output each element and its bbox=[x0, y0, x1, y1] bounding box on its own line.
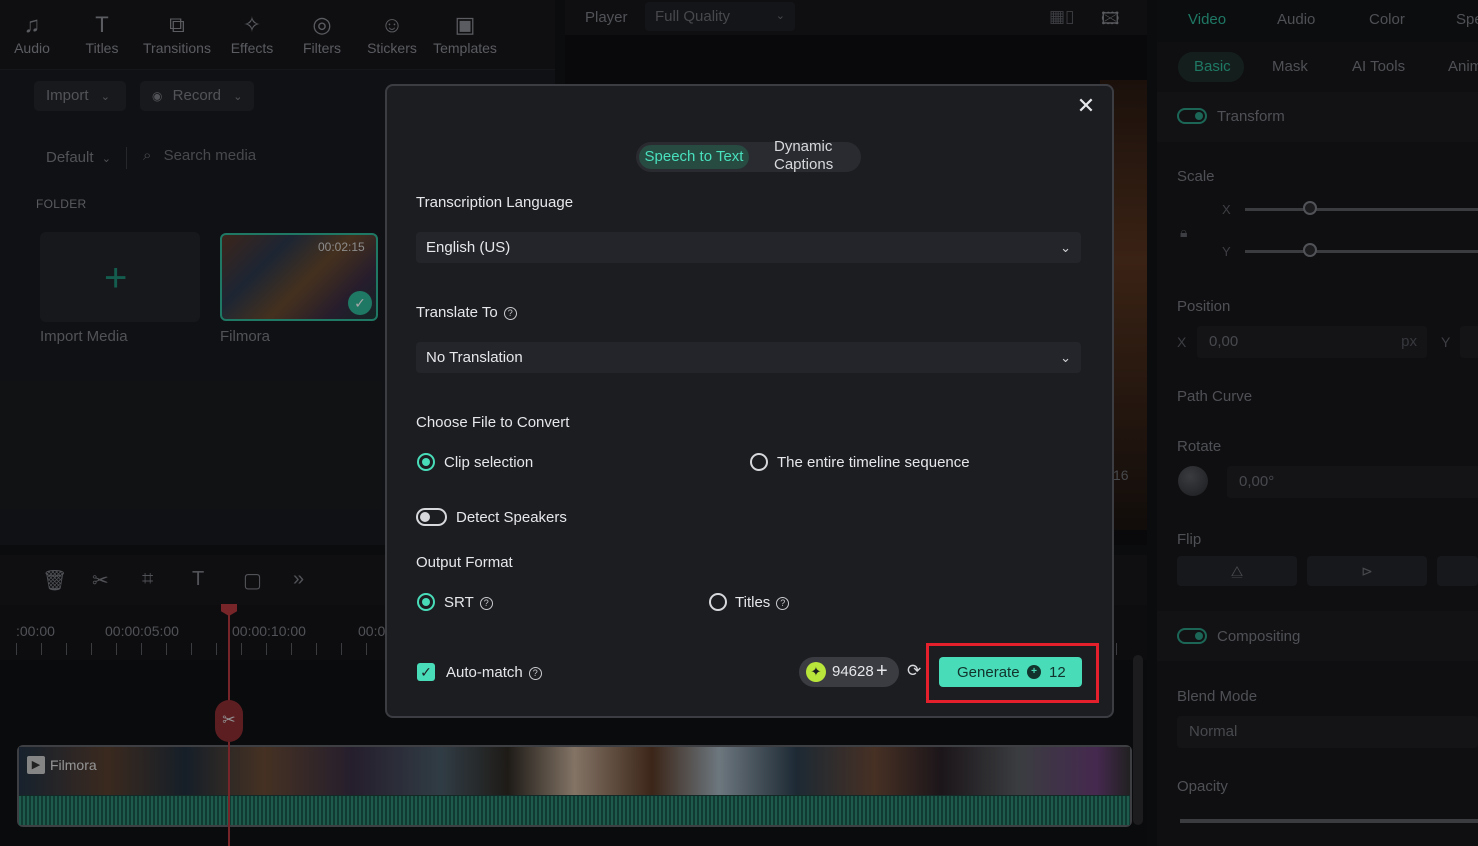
tab-dynamic-captions[interactable]: Dynamic Captions bbox=[774, 138, 854, 172]
auto-match-checkbox[interactable]: ✓ bbox=[417, 663, 435, 681]
entire-timeline-radio[interactable] bbox=[750, 453, 768, 471]
srt-radio[interactable] bbox=[417, 593, 435, 611]
tab-speech-to-text[interactable]: Speech to Text bbox=[639, 145, 749, 169]
chevron-down-icon: ⌄ bbox=[1060, 240, 1071, 255]
detect-speakers-label: Detect Speakers bbox=[456, 509, 567, 526]
chevron-down-icon: ⌄ bbox=[1060, 350, 1071, 365]
clip-selection-label[interactable]: Clip selection bbox=[444, 454, 533, 471]
entire-timeline-label[interactable]: The entire timeline sequence bbox=[777, 454, 970, 471]
help-icon[interactable]: ? bbox=[479, 597, 493, 610]
help-icon[interactable]: ? bbox=[503, 307, 517, 320]
auto-match-label: Auto-match? bbox=[446, 664, 542, 681]
help-icon[interactable]: ? bbox=[776, 597, 790, 610]
detect-speakers-toggle[interactable] bbox=[416, 508, 447, 526]
transcription-language-label: Transcription Language bbox=[416, 194, 574, 211]
add-credits-icon[interactable]: + bbox=[876, 660, 888, 682]
ai-credit-icon: ✦ bbox=[806, 662, 826, 682]
close-icon[interactable]: ✕ bbox=[1074, 94, 1098, 118]
choose-file-label: Choose File to Convert bbox=[416, 414, 570, 431]
translate-to-label: Translate To? bbox=[416, 304, 517, 321]
refresh-icon[interactable]: ⟳ bbox=[907, 661, 921, 681]
highlight-box bbox=[926, 643, 1099, 703]
transcription-language-dropdown[interactable]: English (US) ⌄ bbox=[416, 232, 1081, 263]
translate-to-dropdown[interactable]: No Translation ⌄ bbox=[416, 342, 1081, 373]
clip-selection-radio[interactable] bbox=[417, 453, 435, 471]
help-icon[interactable]: ? bbox=[528, 667, 542, 680]
srt-option[interactable]: SRT? bbox=[444, 594, 493, 611]
speech-to-text-dialog bbox=[385, 84, 1114, 718]
output-format-label: Output Format bbox=[416, 554, 513, 571]
titles-radio[interactable] bbox=[709, 593, 727, 611]
titles-option[interactable]: Titles? bbox=[735, 594, 790, 611]
credits-value: 94628 bbox=[832, 663, 874, 680]
